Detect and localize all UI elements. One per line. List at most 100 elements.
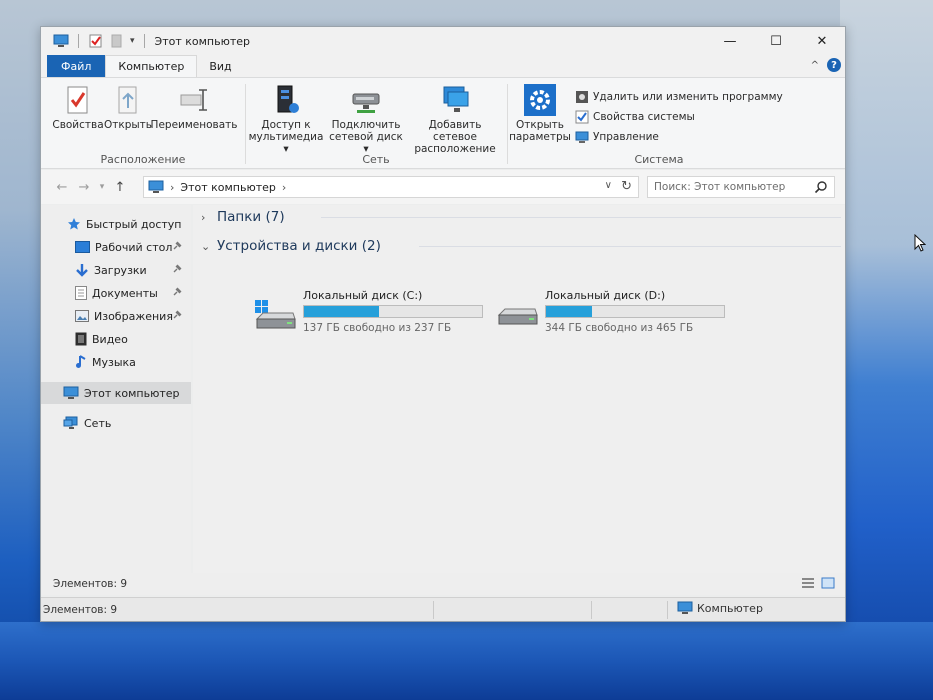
nav-pictures[interactable]: Изображения: [41, 305, 191, 327]
uninstall-program-button[interactable]: Удалить или изменить программу: [575, 90, 783, 104]
ribbon-group-label-system: Система: [634, 153, 684, 166]
manage-button[interactable]: Управление: [575, 130, 659, 144]
drive-free-space: 137 ГБ свободно из 237 ГБ: [303, 322, 452, 334]
star-icon: [68, 218, 80, 230]
group-header-folders[interactable]: › Папки (7): [201, 205, 285, 229]
computer-management-icon: [575, 131, 589, 143]
drive-c[interactable]: Локальный диск (C:) 137 ГБ свободно из 2…: [235, 289, 485, 339]
media-access-label-2: мультимедиа ▾: [248, 131, 324, 155]
ribbon-group-label-location: Расположение: [100, 153, 186, 166]
nav-network[interactable]: Сеть: [41, 412, 191, 434]
window-controls: — ☐ ✕: [707, 27, 845, 55]
nav-downloads-label: Загрузки: [94, 263, 147, 277]
mouse-cursor-icon: [914, 234, 926, 252]
uninstall-icon: [576, 91, 588, 103]
status-separator: [433, 601, 434, 619]
nav-music[interactable]: Музыка: [41, 351, 191, 373]
navigation-pane: Быстрый доступ Рабочий стол Загрузки Док…: [41, 205, 191, 587]
nav-this-pc-label: Этот компьютер: [84, 386, 180, 400]
details-view-icon[interactable]: [801, 577, 815, 589]
ribbon-group-network: Доступ к мультимедиа ▾ Подключить сетево…: [247, 78, 505, 170]
drive-d[interactable]: Локальный диск (D:) 344 ГБ свободно из 4…: [477, 289, 727, 339]
map-network-drive-button[interactable]: Подключить сетевой диск ▾: [327, 84, 405, 155]
pin-icon[interactable]: [172, 310, 182, 320]
drive-usage-fill: [304, 306, 379, 317]
rename-button[interactable]: Переименовать: [151, 84, 237, 131]
status-zone-label: Компьютер: [697, 601, 763, 615]
title-bar: ▾ Этот компьютер — ☐ ✕: [41, 27, 845, 55]
properties-icon[interactable]: [88, 34, 104, 48]
item-count: Элементов: 9: [53, 578, 128, 590]
chevron-down-icon[interactable]: ▾: [130, 36, 135, 46]
pin-icon[interactable]: [172, 287, 182, 297]
nav-quick-access[interactable]: Быстрый доступ: [41, 213, 191, 235]
nav-desktop[interactable]: Рабочий стол: [41, 236, 191, 258]
open-button[interactable]: Открыть: [103, 84, 153, 131]
media-access-button[interactable]: Доступ к мультимедиа ▾: [247, 84, 325, 155]
status-bar-inner: Элементов: 9: [41, 573, 845, 595]
ribbon-group-system: Открыть параметры Удалить или изменить п…: [509, 78, 809, 170]
properties-label: Свойства: [52, 119, 104, 131]
address-field[interactable]: › Этот компьютер › ∨ ↻: [143, 176, 639, 198]
desktop-background: [840, 0, 933, 700]
maximize-button[interactable]: ☐: [753, 27, 799, 55]
nav-downloads[interactable]: Загрузки: [41, 259, 191, 281]
group-divider: [321, 217, 841, 218]
large-icons-view-icon[interactable]: [821, 577, 835, 589]
collapse-ribbon-icon[interactable]: ^: [811, 60, 819, 71]
pin-icon[interactable]: [172, 241, 182, 251]
properties-button[interactable]: Свойства: [52, 84, 104, 131]
search-icon[interactable]: [814, 180, 828, 194]
settings-gear-icon: [524, 84, 556, 116]
system-properties-label: Свойства системы: [593, 111, 695, 123]
pin-icon[interactable]: [172, 264, 182, 274]
tab-view[interactable]: Вид: [197, 55, 243, 77]
close-button[interactable]: ✕: [799, 27, 845, 55]
help-icon[interactable]: ?: [827, 58, 841, 72]
up-button[interactable]: ↑: [109, 177, 131, 197]
chevron-down-icon[interactable]: ⌄: [201, 240, 217, 253]
search-input[interactable]: Поиск: Этот компьютер: [647, 176, 835, 198]
new-folder-icon[interactable]: [109, 34, 125, 48]
add-network-location-button[interactable]: Добавить сетевое расположение: [405, 84, 505, 155]
nav-music-label: Музыка: [92, 355, 136, 369]
back-button[interactable]: ←: [51, 177, 73, 197]
media-server-icon: [277, 85, 299, 113]
map-drive-label-1: Подключить: [331, 119, 401, 131]
system-properties-button[interactable]: Свойства системы: [575, 110, 695, 124]
windows-drive-icon: [255, 300, 296, 329]
tab-file[interactable]: Файл: [47, 55, 106, 77]
address-bar: ← → ▾ ↑ › Этот компьютер › ∨ ↻ Поиск: Эт…: [41, 170, 845, 204]
minimize-button[interactable]: —: [707, 27, 753, 55]
tab-computer[interactable]: Компьютер: [105, 55, 198, 77]
open-label: Открыть: [104, 119, 152, 131]
nav-this-pc[interactable]: Этот компьютер: [41, 382, 191, 404]
refresh-icon[interactable]: ↻: [621, 179, 632, 194]
open-settings-label-1: Открыть: [516, 119, 564, 131]
breadcrumb-chevron-icon[interactable]: ›: [282, 181, 286, 194]
explorer-window: ▾ Этот компьютер — ☐ ✕ Файл Компьютер Ви…: [40, 26, 846, 622]
status-zone: Компьютер: [677, 601, 763, 615]
nav-documents[interactable]: Документы: [41, 282, 191, 304]
recent-locations-button[interactable]: ▾: [95, 177, 109, 197]
network-location-icon: [443, 86, 469, 112]
open-settings-button[interactable]: Открыть параметры: [509, 84, 571, 143]
drive-usage-bar: [303, 305, 483, 318]
breadcrumb-chevron-icon[interactable]: ›: [170, 181, 174, 194]
folders-header-label: Папки (7): [217, 209, 285, 225]
group-header-devices[interactable]: ⌄ Устройства и диски (2): [201, 234, 381, 258]
ribbon-controls: ^ ?: [811, 58, 841, 72]
nav-videos[interactable]: Видео: [41, 328, 191, 350]
network-drive-icon: [352, 93, 380, 113]
nav-quick-access-label: Быстрый доступ: [86, 217, 182, 231]
drive-usage-fill: [546, 306, 593, 317]
forward-button[interactable]: →: [73, 177, 95, 197]
drive-name: Локальный диск (D:): [545, 289, 666, 302]
properties-icon: [67, 86, 88, 114]
breadcrumb-this-pc[interactable]: Этот компьютер: [180, 181, 276, 194]
address-dropdown-icon[interactable]: ∨: [605, 180, 612, 191]
status-separator: [591, 601, 592, 619]
chevron-right-icon[interactable]: ›: [201, 211, 217, 224]
desktop-background-bottom: [0, 622, 933, 700]
video-icon: [75, 332, 87, 346]
